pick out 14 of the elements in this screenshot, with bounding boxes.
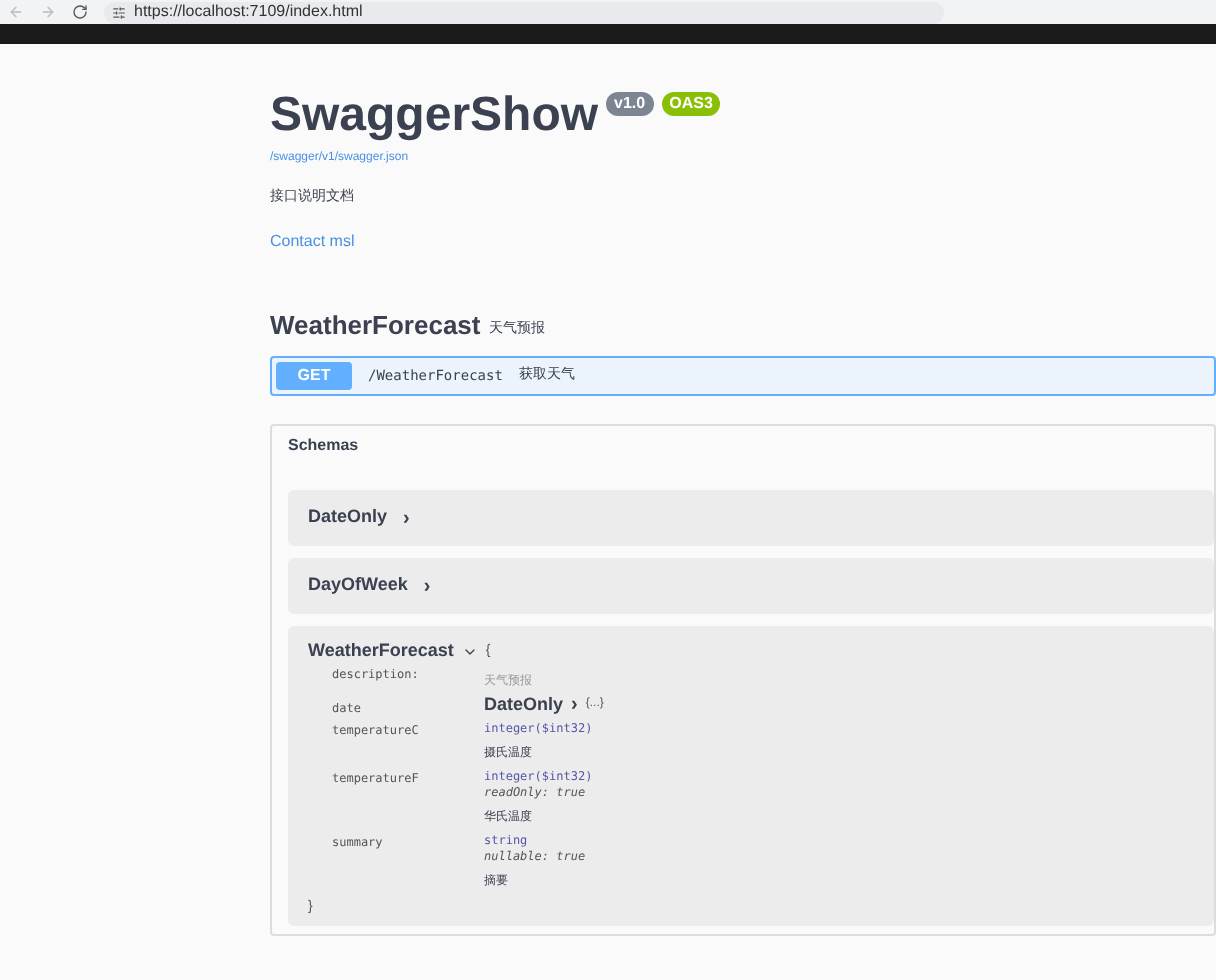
site-settings-icon[interactable]	[112, 5, 126, 19]
ref-chevron[interactable]: ›	[571, 690, 578, 720]
reload-icon[interactable]	[72, 4, 88, 20]
oas-badge: OAS3	[661, 92, 721, 116]
method-badge: GET	[276, 362, 352, 390]
tag-title[interactable]: WeatherForecast	[270, 305, 481, 344]
address-bar[interactable]: https://localhost:7109/index.html	[104, 1, 944, 23]
api-title: SwaggerShow	[270, 92, 599, 140]
model-name[interactable]: WeatherForecast	[308, 638, 454, 665]
schema-model-row[interactable]: DateOnly ›	[288, 490, 1214, 546]
schema-model-row[interactable]: DayOfWeek ›	[288, 558, 1214, 614]
version-badge: v1.0	[606, 92, 654, 116]
schemas-title[interactable]: Schemas	[288, 434, 1214, 458]
ref-model-name[interactable]: DateOnly	[484, 691, 564, 719]
